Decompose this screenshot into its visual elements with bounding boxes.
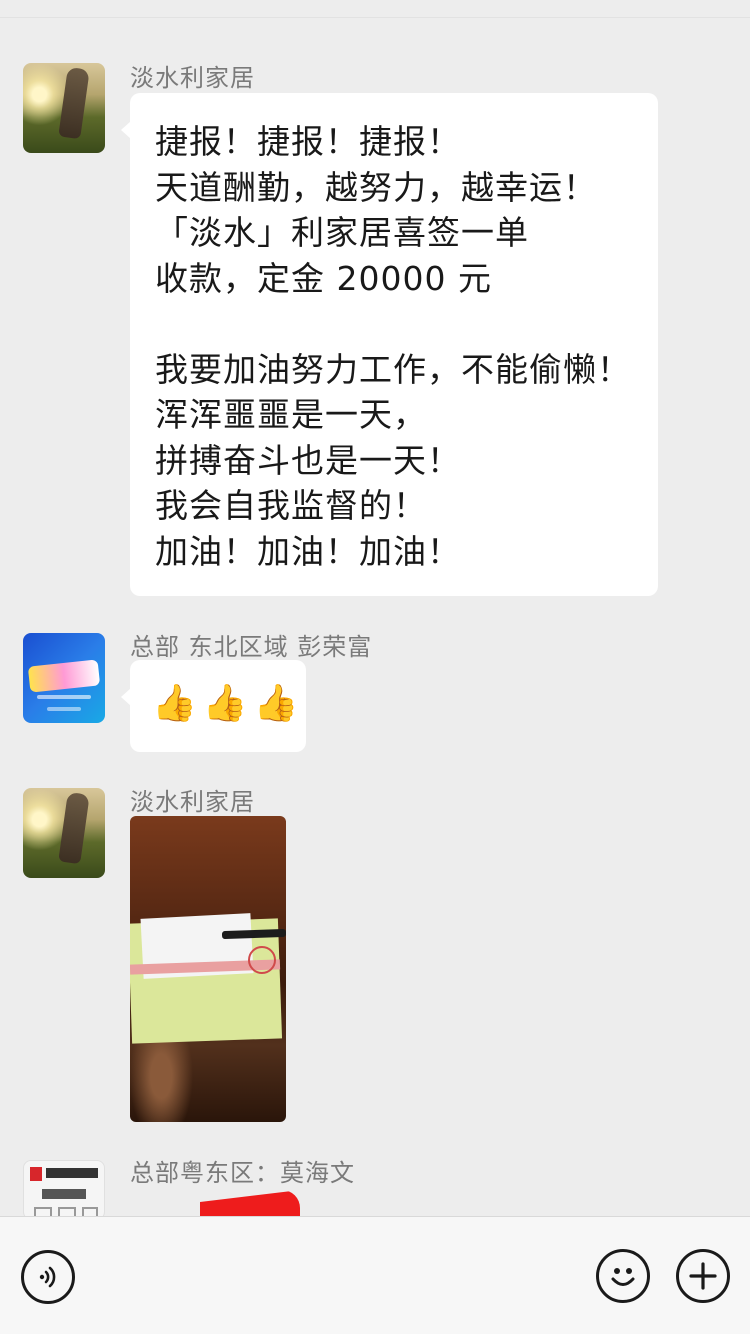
sender-name: 总部粤东区：莫海文 [130,1159,355,1187]
input-bar [0,1216,750,1334]
brand-line [37,695,91,699]
voice-button[interactable] [21,1250,75,1304]
brand-box [82,1207,98,1216]
brand-text-block [46,1168,98,1178]
brand-box [34,1207,52,1216]
brand-mark [30,1167,42,1181]
avatar[interactable] [23,788,105,878]
sender-name: 淡水利家居 [130,64,255,92]
avatar[interactable] [23,633,105,723]
brand-line [47,707,81,711]
voice-icon [39,1266,56,1288]
avatar-figure [58,791,90,865]
avatar[interactable] [23,63,105,153]
message-input[interactable] [96,1249,576,1305]
message-text: 捷报！捷报！捷报！ 天道酬勤，越努力，越幸运！ 「淡水」利家居喜签一单 收款，定… [155,122,631,571]
photo-stamp [248,946,276,974]
thumbs-up-icon: 👍 [152,683,197,724]
avatar-figure [58,66,90,140]
avatar[interactable] [23,1160,105,1216]
plus-icon [689,1262,717,1290]
message-bubble[interactable]: 👍 👍 👍 [121,660,306,752]
message-photo[interactable] [130,816,286,1122]
message-bubble[interactable]: 捷报！捷报！捷报！ 天道酬勤，越努力，越幸运！ 「淡水」利家居喜签一单 收款，定… [121,93,658,596]
brand-box [58,1207,76,1216]
emoji-row: 👍 👍 👍 [130,660,306,724]
thumbs-up-icon: 👍 [202,683,248,724]
emoji-icon [611,1268,635,1286]
sender-name: 淡水利家居 [130,788,255,816]
brand-logo [27,659,101,693]
brand-text-block [42,1189,86,1199]
message-image-partial[interactable] [200,1190,300,1216]
thumbs-up-icon: 👍 [253,683,299,724]
top-divider [0,0,750,18]
more-button[interactable] [676,1249,730,1303]
sender-name: 总部 东北区域 彭荣富 [130,633,373,661]
emoji-button[interactable] [596,1249,650,1303]
chat-area[interactable]: 淡水利家居 捷报！捷报！捷报！ 天道酬勤，越努力，越幸运！ 「淡水」利家居喜签一… [0,0,750,1216]
